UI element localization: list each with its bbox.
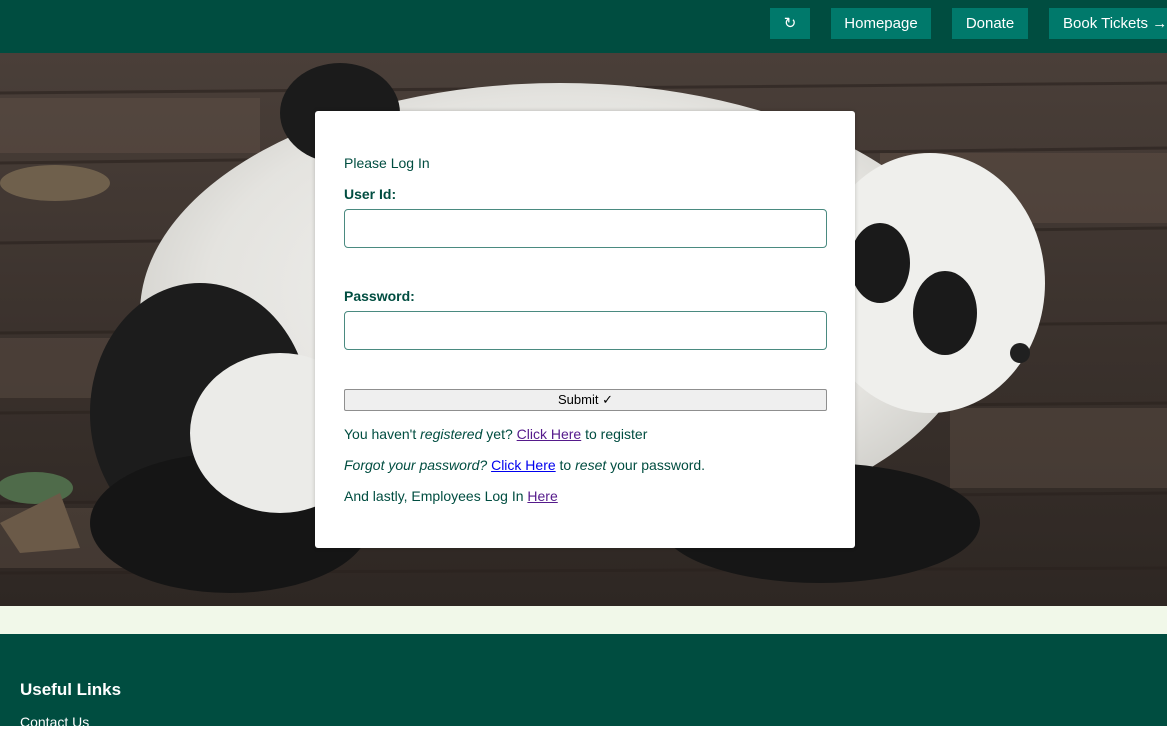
- register-prefix: You haven't: [344, 426, 421, 442]
- forgot-to: to: [555, 457, 576, 473]
- homepage-button[interactable]: Homepage: [831, 8, 931, 39]
- reset-password-link[interactable]: Click Here: [491, 457, 556, 473]
- refresh-button[interactable]: ↻: [770, 8, 810, 39]
- footer: Useful Links Contact Us: [0, 634, 1167, 730]
- footer-heading: Useful Links: [20, 680, 122, 699]
- user-id-label: User Id:: [344, 186, 397, 202]
- login-heading: Please Log In: [344, 155, 430, 171]
- password-input[interactable]: [344, 311, 827, 350]
- top-nav-bar: ↻ Homepage Donate Book Tickets →: [0, 0, 1167, 53]
- forgot-reset-emphasis: reset: [575, 457, 607, 473]
- contact-us-link[interactable]: Contact Us: [20, 714, 89, 730]
- login-card: Please Log In User Id: Password: Submit …: [315, 111, 855, 548]
- employee-login-line: And lastly, Employees Log In Here: [344, 488, 558, 504]
- forgot-emphasis: Forgot your password?: [344, 457, 488, 473]
- register-suffix: to register: [581, 426, 648, 442]
- password-label: Password:: [344, 288, 415, 304]
- book-tickets-button[interactable]: Book Tickets →: [1049, 8, 1167, 39]
- register-link[interactable]: Click Here: [517, 426, 582, 442]
- divider-strip: [0, 606, 1167, 634]
- register-emphasis: registered: [420, 426, 483, 442]
- register-middle: yet?: [482, 426, 517, 442]
- employee-prefix: And lastly, Employees Log In: [344, 488, 528, 504]
- employee-login-link[interactable]: Here: [527, 488, 557, 504]
- register-line: You haven't registered yet? Click Here t…: [344, 426, 647, 442]
- submit-button[interactable]: Submit ✓: [344, 389, 827, 411]
- forgot-password-line: Forgot your password? Click Here to rese…: [344, 457, 705, 473]
- user-id-input[interactable]: [344, 209, 827, 248]
- forgot-suffix: your password.: [606, 457, 706, 473]
- donate-button[interactable]: Donate: [952, 8, 1028, 39]
